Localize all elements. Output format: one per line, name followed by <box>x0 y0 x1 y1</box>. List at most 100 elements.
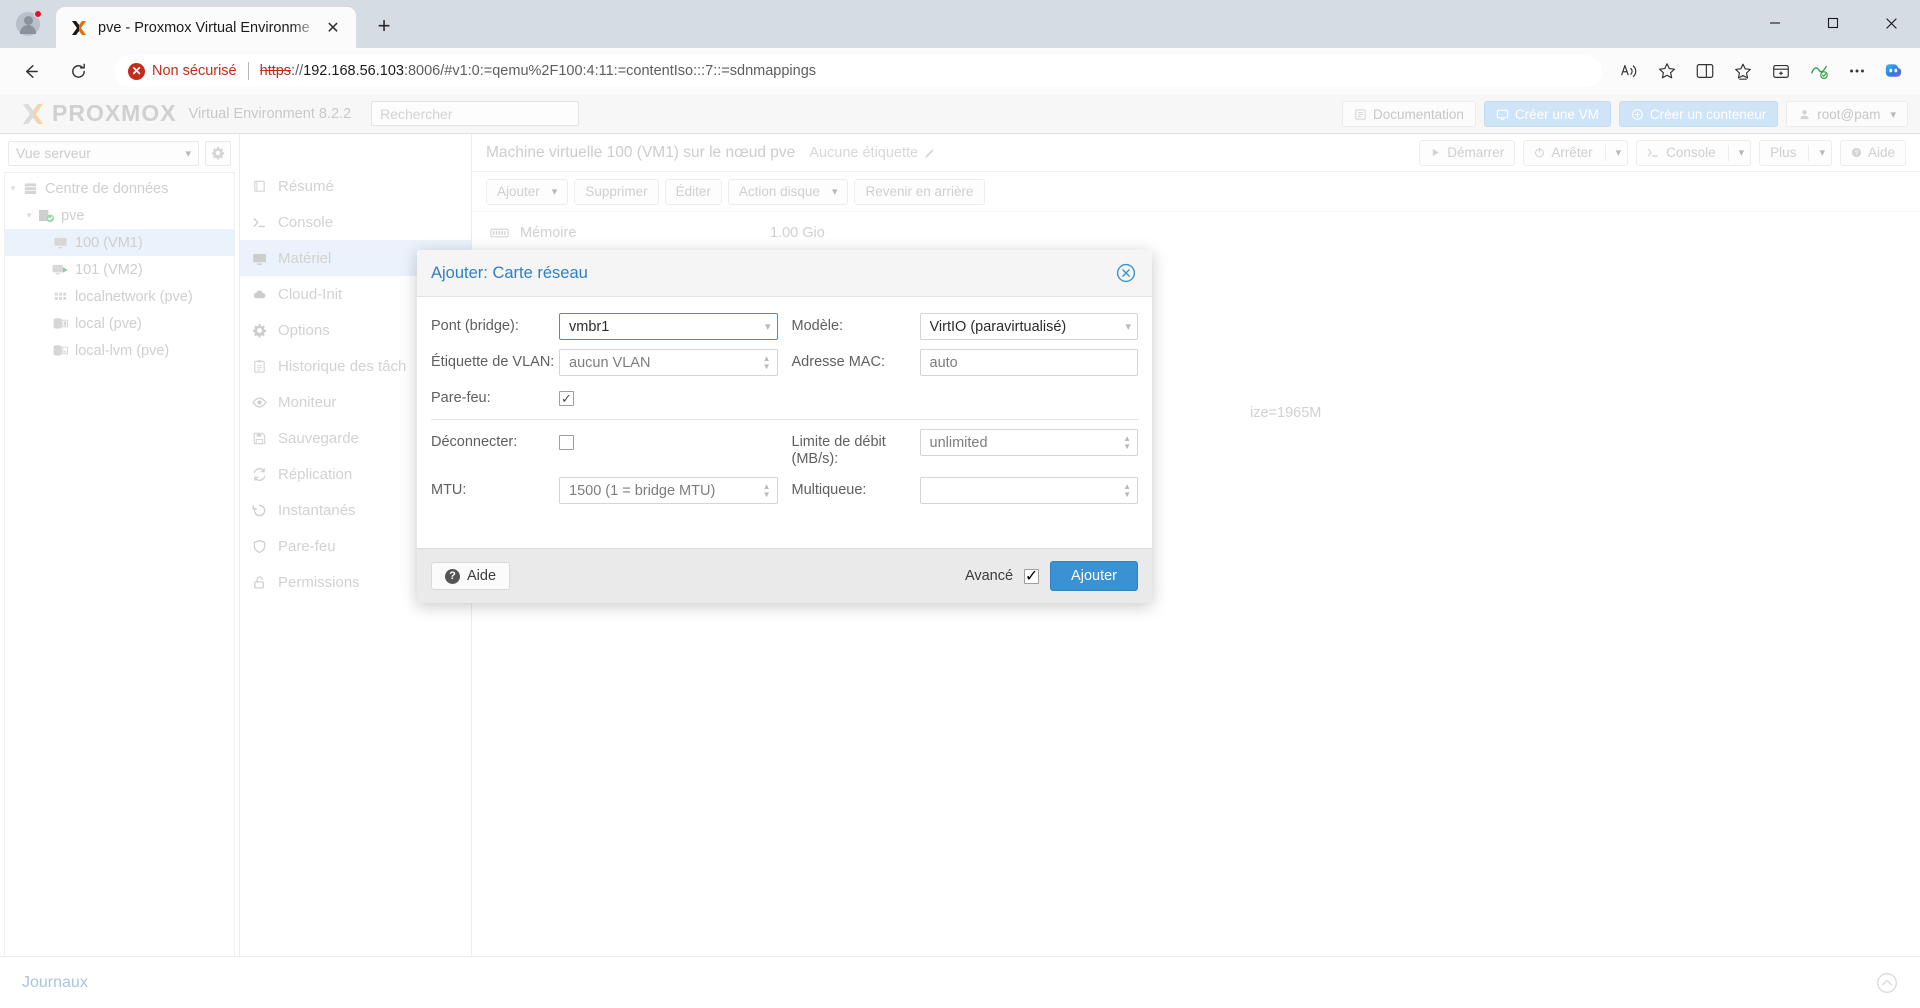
spinner-icon[interactable]: ▲ ▼ <box>1123 434 1131 451</box>
svg-text:?: ? <box>1854 148 1858 157</box>
revert-button[interactable]: Revenir en arrière <box>854 178 985 205</box>
chevron-down-icon: ▾ <box>1890 108 1896 121</box>
sidebar-settings-button[interactable] <box>205 140 231 166</box>
disconnect-checkbox[interactable] <box>559 435 574 450</box>
spinner-icon[interactable]: ▲ ▼ <box>1123 482 1131 499</box>
chevron-down-icon[interactable]: ▾ <box>1125 320 1131 333</box>
model-select[interactable]: VirtIO (paravirtualisé) ▾ <box>919 313 1138 340</box>
chevron-down-icon[interactable]: ▾ <box>1739 146 1745 159</box>
hardware-value: ize=1965M <box>1250 405 1322 421</box>
mtu-label: MTU: <box>431 482 467 498</box>
nav-item-label: Matériel <box>278 249 332 267</box>
nav-item-resume[interactable]: Résumé <box>240 168 471 204</box>
user-icon <box>1800 109 1810 119</box>
journaux-bar[interactable]: Journaux <box>0 956 1920 1008</box>
proxmox-logo[interactable]: PROXMOX <box>20 100 177 127</box>
rate-limit-input[interactable]: unlimited ▲ ▼ <box>919 429 1138 456</box>
tree-item-node-pve[interactable]: ▾ pve <box>5 202 234 229</box>
chevron-down-icon[interactable]: ▾ <box>21 210 37 221</box>
tree-item-vm-100[interactable]: 100 (VM1) <box>5 229 234 256</box>
spinner-icon[interactable]: ▲ ▼ <box>763 354 771 371</box>
submit-button[interactable]: Ajouter <box>1050 561 1138 591</box>
network-icon <box>51 289 69 305</box>
profile-button[interactable] <box>10 7 46 41</box>
mac-address-input[interactable]: auto <box>919 349 1138 376</box>
chevron-down-icon[interactable]: ▾ <box>552 185 558 198</box>
multiqueue-input[interactable]: ▲ ▼ <box>919 477 1138 504</box>
settings-more-icon[interactable] <box>1840 54 1874 88</box>
vlan-tag-value: aucun VLAN <box>569 354 651 371</box>
bridge-label: Pont (bridge): <box>431 318 519 334</box>
close-circle-icon[interactable] <box>1114 261 1138 285</box>
create-container-button[interactable]: Créer un conteneur <box>1618 101 1779 127</box>
help-button[interactable]: ? Aide <box>1839 139 1906 166</box>
split-screen-icon[interactable] <box>1688 54 1722 88</box>
field-mtu: MTU: 1500 (1 = bridge MTU) ▲ ▼ <box>431 477 778 504</box>
chevron-up-icon[interactable] <box>1876 972 1898 994</box>
field-mac-address: Adresse MAC: auto <box>792 349 1138 376</box>
tree-item-datacenter[interactable]: ▾ Centre de données <box>5 175 234 202</box>
tree-item-localnetwork[interactable]: localnetwork (pve) <box>5 283 234 310</box>
window-minimize-icon[interactable] <box>1746 0 1804 46</box>
remove-hardware-button[interactable]: Supprimer <box>574 178 659 205</box>
start-vm-button[interactable]: Démarrer <box>1419 139 1516 166</box>
vlan-tag-input[interactable]: aucun VLAN ▲ ▼ <box>559 349 778 376</box>
chevron-down-icon[interactable]: ▾ <box>5 183 21 194</box>
user-menu-button[interactable]: root@pam ▾ <box>1786 101 1908 127</box>
window-maximize-icon[interactable] <box>1804 0 1862 46</box>
tab-close-icon[interactable]: ✕ <box>320 15 346 41</box>
edit-hardware-button[interactable]: Éditer <box>664 178 722 205</box>
browser-tab[interactable]: pve - Proxmox Virtual Environme ✕ <box>56 7 356 48</box>
add-hardware-button[interactable]: Ajouter ▾ <box>486 178 569 205</box>
chevron-down-icon[interactable]: ▾ <box>765 320 771 333</box>
firewall-checkbox[interactable]: ✓ <box>559 391 574 406</box>
hardware-value: 1.00 Gio <box>770 225 825 241</box>
spinner-icon[interactable]: ▲ ▼ <box>763 482 771 499</box>
url-separator: :// <box>291 63 304 79</box>
favorite-star-icon[interactable] <box>1650 54 1684 88</box>
copilot-icon[interactable] <box>1878 56 1908 86</box>
memory-icon <box>490 227 520 239</box>
mtu-input[interactable]: 1500 (1 = bridge MTU) ▲ ▼ <box>559 477 778 504</box>
read-aloud-icon[interactable] <box>1612 54 1646 88</box>
security-indicator[interactable]: ✕ Non sécurisé <box>128 62 237 80</box>
back-button-icon[interactable] <box>12 53 48 89</box>
tree-item-vm-101[interactable]: 101 (VM2) <box>5 256 234 283</box>
chevron-down-icon[interactable]: ▾ <box>1819 146 1825 159</box>
disk-action-button[interactable]: Action disque ▾ <box>727 178 849 205</box>
storage-icon <box>51 343 69 359</box>
mtu-value: 1500 (1 = bridge MTU) <box>569 482 716 499</box>
rate-limit-label: Limite de débit (MB/s): <box>791 434 886 467</box>
nav-item-console[interactable]: Console <box>240 204 471 240</box>
create-vm-button[interactable]: Créer une VM <box>1483 101 1611 127</box>
tree-item-local[interactable]: local (pve) <box>5 310 234 337</box>
reload-button-icon[interactable] <box>60 53 96 89</box>
revert-label: Revenir en arrière <box>865 184 974 199</box>
address-bar[interactable]: ✕ Non sécurisé https://192.168.56.103:80… <box>114 55 1602 87</box>
tree-item-local-lvm[interactable]: local-lvm (pve) <box>5 337 234 364</box>
pve-search-input[interactable]: Rechercher <box>371 101 580 126</box>
nav-item-label: Sauvegarde <box>278 429 359 447</box>
chevron-down-icon[interactable]: ▾ <box>832 185 838 198</box>
monitor-icon <box>252 251 278 266</box>
stop-vm-button[interactable]: Arrêter ▾ <box>1523 139 1629 166</box>
new-tab-button[interactable]: + <box>368 10 400 42</box>
table-row[interactable]: Mémoire 1.00 Gio <box>472 218 1920 248</box>
window-controls <box>1746 0 1920 46</box>
chevron-down-icon[interactable]: ▾ <box>1616 146 1622 159</box>
dialog-help-button[interactable]: ? Aide <box>431 562 511 590</box>
console-button[interactable]: Console ▾ <box>1636 139 1752 166</box>
view-mode-select[interactable]: Vue serveur ▾ <box>8 140 199 166</box>
performance-icon[interactable] <box>1802 54 1836 88</box>
dialog-header: Ajouter: Carte réseau <box>417 250 1152 297</box>
vm-tags[interactable]: Aucune étiquette <box>809 145 936 161</box>
cloud-icon <box>252 287 278 302</box>
window-close-icon[interactable] <box>1862 0 1920 46</box>
collections-icon[interactable] <box>1726 54 1760 88</box>
nav-item-label: Réplication <box>278 465 353 483</box>
advanced-checkbox[interactable]: ✓ <box>1024 568 1040 585</box>
documentation-button[interactable]: Documentation <box>1342 101 1476 127</box>
browser-essentials-icon[interactable] <box>1764 54 1798 88</box>
more-actions-button[interactable]: Plus ▾ <box>1759 139 1832 166</box>
bridge-select[interactable]: vmbr1 ▾ <box>559 313 778 340</box>
